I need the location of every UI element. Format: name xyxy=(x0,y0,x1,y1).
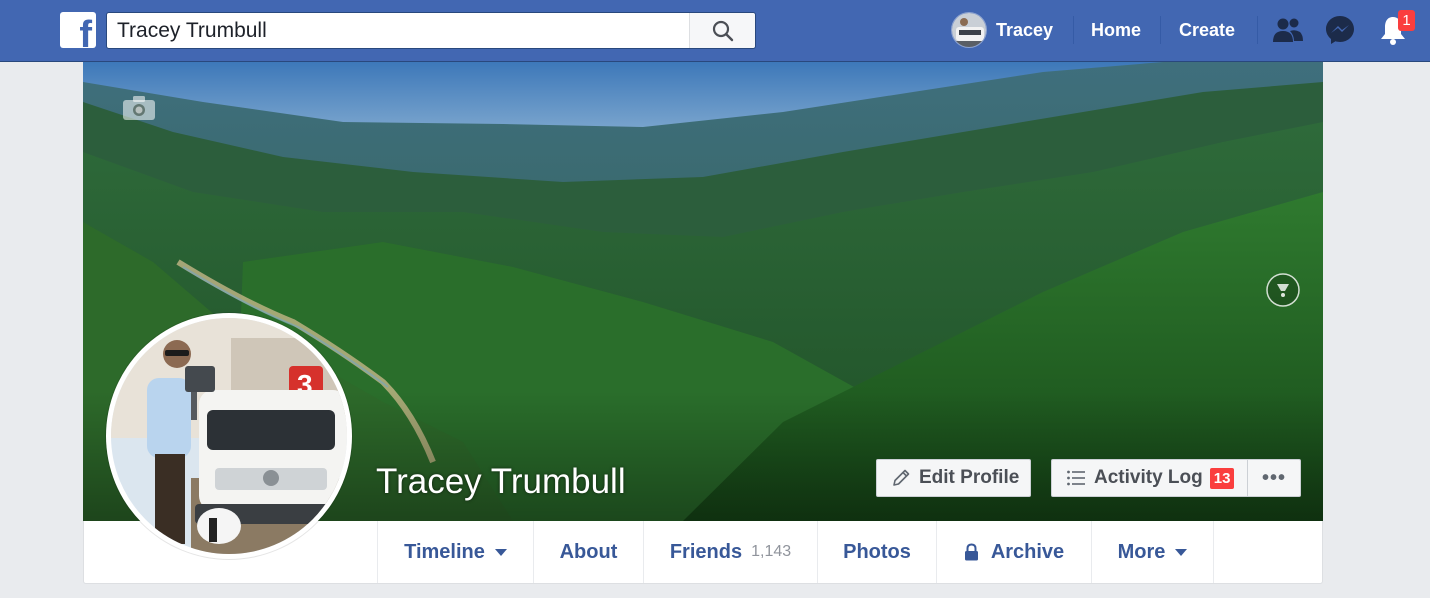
profile-name[interactable]: Tracey Trumbull xyxy=(376,462,626,502)
tab-more-label: More xyxy=(1117,540,1166,563)
search-icon xyxy=(712,20,734,42)
search-input[interactable] xyxy=(107,13,689,48)
list-icon xyxy=(1067,470,1085,486)
tab-timeline-label: Timeline xyxy=(404,540,485,563)
more-options-icon: ••• xyxy=(1261,466,1286,489)
friends-count: 1,143 xyxy=(751,543,792,560)
profile-photo-image: 3 xyxy=(111,318,347,554)
lock-icon xyxy=(964,543,978,561)
tab-timeline[interactable]: Timeline xyxy=(377,521,533,583)
search-button[interactable] xyxy=(689,13,755,48)
tab-more[interactable]: More xyxy=(1091,521,1214,583)
camera-icon[interactable] xyxy=(122,95,156,121)
friend-requests-icon[interactable] xyxy=(1272,14,1304,46)
tab-archive-label: Archive xyxy=(990,540,1065,563)
nav-profile-link[interactable]: Tracey xyxy=(951,12,1053,48)
notification-count-badge: 1 xyxy=(1398,10,1415,31)
search-box xyxy=(106,12,756,49)
tab-about[interactable]: About xyxy=(533,521,643,583)
nav-home-link[interactable]: Home xyxy=(1091,20,1141,41)
tab-archive[interactable]: Archive xyxy=(936,521,1091,583)
edit-profile-label: Edit Profile xyxy=(919,467,1020,488)
facebook-logo-icon[interactable]: f xyxy=(60,12,96,48)
messenger-icon[interactable] xyxy=(1324,14,1356,46)
more-options-button[interactable]: ••• xyxy=(1247,459,1301,497)
profile-picture[interactable]: 3 xyxy=(106,313,352,559)
tab-friends-label: Friends xyxy=(669,540,743,563)
nav-user-name: Tracey xyxy=(996,19,1054,40)
nav-divider xyxy=(1073,16,1074,44)
nav-divider xyxy=(1160,16,1161,44)
nav-divider xyxy=(1257,16,1258,44)
edit-profile-button[interactable]: Edit Profile xyxy=(876,459,1031,497)
tab-photos[interactable]: Photos xyxy=(817,521,936,583)
chevron-down-icon xyxy=(1175,548,1188,556)
chevron-down-icon xyxy=(494,548,507,556)
tab-friends[interactable]: Friends 1,143 xyxy=(643,521,817,583)
panorama-360-icon[interactable] xyxy=(1265,272,1301,308)
activity-count-badge: 13 xyxy=(1209,467,1235,489)
top-navigation-bar: f Tracey Home Create xyxy=(0,0,1430,62)
nav-create-link[interactable]: Create xyxy=(1179,20,1235,41)
pencil-icon xyxy=(893,469,910,486)
tab-about-label: About xyxy=(559,540,618,563)
tab-photos-label: Photos xyxy=(843,540,911,563)
activity-log-label: Activity Log xyxy=(1094,467,1203,488)
nav-avatar xyxy=(951,12,987,48)
activity-log-button[interactable]: Activity Log 13 xyxy=(1051,459,1248,497)
